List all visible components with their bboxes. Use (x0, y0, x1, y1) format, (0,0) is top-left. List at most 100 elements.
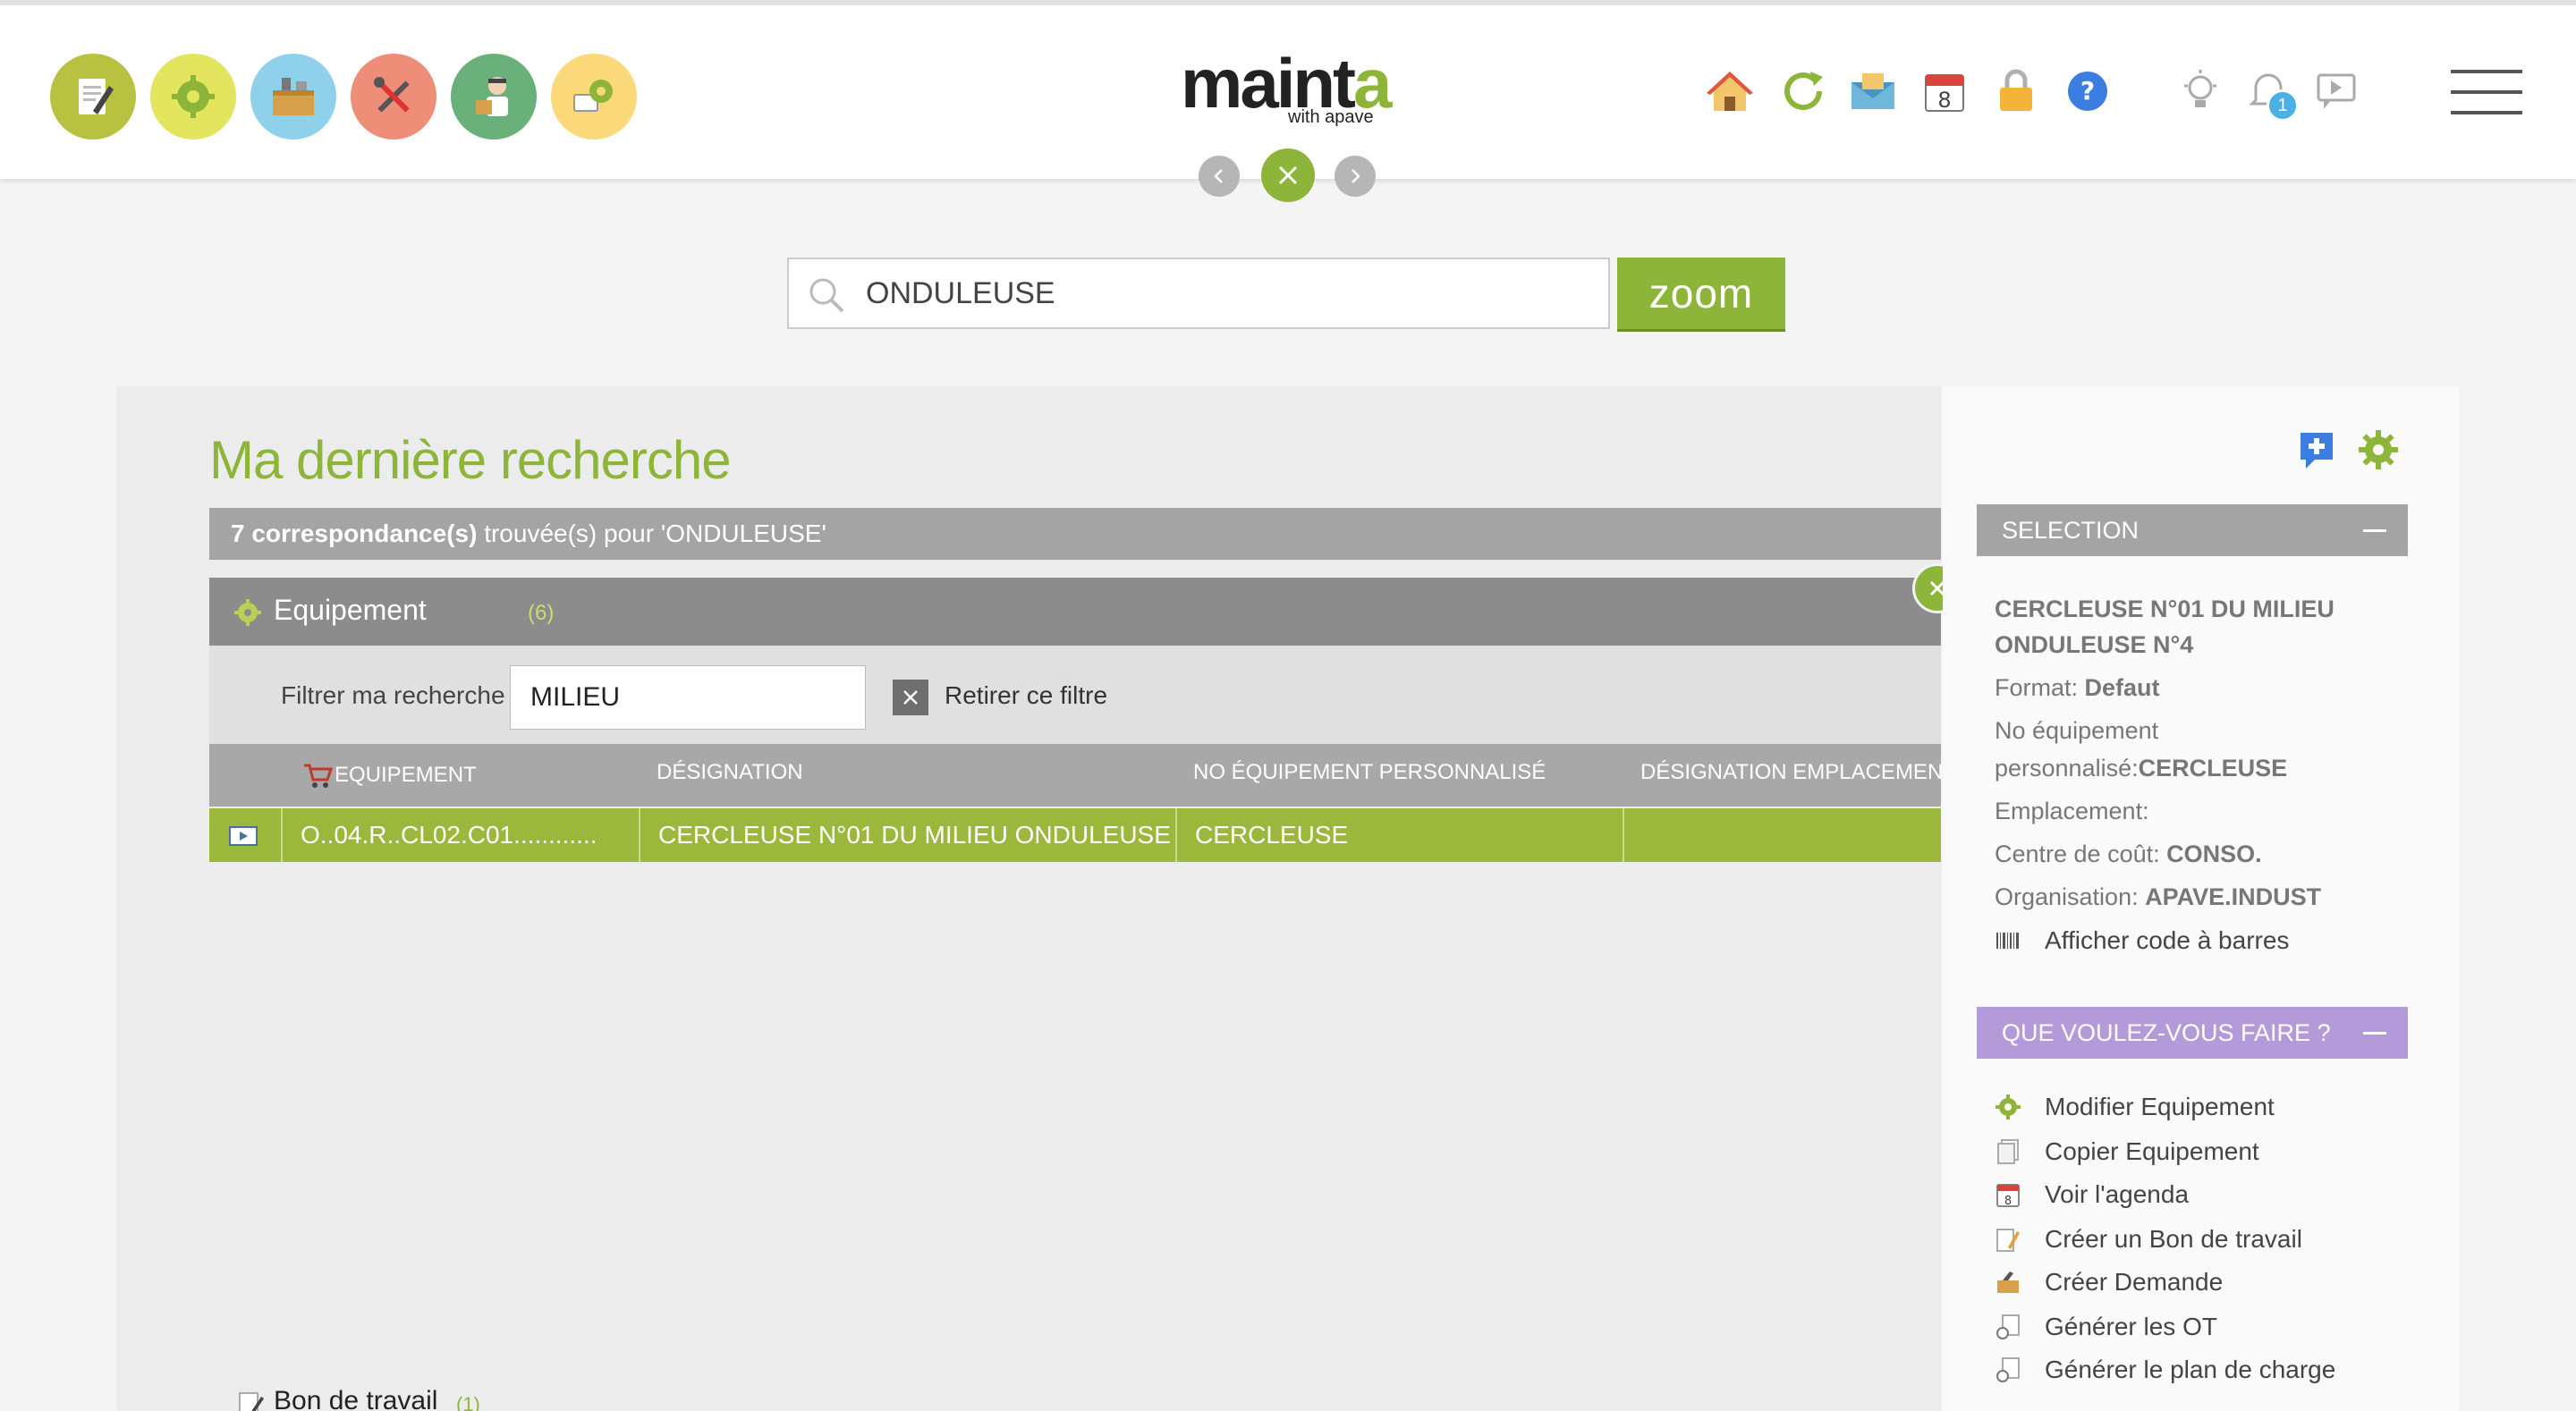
search-input[interactable] (866, 268, 1581, 318)
column-header-designation[interactable]: DÉSIGNATION (657, 744, 803, 807)
format-info: Format: Defaut (1995, 674, 2160, 702)
filter-input[interactable] (510, 665, 866, 730)
svg-text:8: 8 (2004, 1195, 2012, 1208)
action-label: Générer le plan de charge (2045, 1356, 2336, 1383)
work-orders-icon[interactable] (50, 54, 136, 139)
column-header-equipement[interactable]: EQUIPEMENT (302, 744, 477, 807)
action-modifier-equipement[interactable]: Modifier Equipement (1995, 1093, 2275, 1121)
calendar-icon: 8 (1995, 1181, 2021, 1208)
settings-icon[interactable] (551, 54, 637, 139)
format-label: Format: (1995, 674, 2079, 701)
gear-icon (1995, 1094, 2021, 1120)
equipment-icon[interactable] (150, 54, 236, 139)
section-header-equipement[interactable]: Equipement (6) (209, 578, 1941, 656)
close-search-button[interactable] (1261, 148, 1315, 202)
org-value: APAVE.INDUST (2145, 883, 2322, 910)
notification-badge[interactable]: 1 (2267, 89, 2299, 122)
video-message-icon[interactable] (2309, 64, 2363, 118)
collapse-icon[interactable] (2363, 529, 2386, 532)
prev-arrow-icon[interactable] (1199, 156, 1240, 197)
column-label: EQUIPEMENT (335, 763, 477, 787)
lock-icon[interactable] (1989, 64, 2043, 118)
column-header-no-perso[interactable]: NO ÉQUIPEMENT PERSONNALISÉ (1193, 744, 1546, 807)
menu-icon[interactable] (2451, 70, 2522, 114)
filter-label: Filtrer ma recherche (281, 681, 505, 709)
equipment-gear-icon (233, 597, 263, 632)
bell-icon[interactable]: 1 (2241, 64, 2299, 122)
lightbulb-icon[interactable] (2174, 64, 2227, 118)
action-label: Générer les OT (2045, 1313, 2217, 1340)
selection-name-line2: ONDULEUSE N°4 (1995, 631, 2194, 658)
table-header: EQUIPEMENT DÉSIGNATION NO ÉQUIPEMENT PER… (209, 744, 1941, 807)
copy-icon (1995, 1138, 2021, 1165)
cell-equipement[interactable]: O..04.R..CL02.C01............ (283, 808, 640, 862)
home-icon[interactable] (1703, 64, 1757, 118)
work-order-icon (1995, 1226, 2021, 1253)
stock-icon[interactable] (250, 54, 336, 139)
selection-header[interactable]: SELECTION (1977, 504, 2408, 556)
no-equip-value: CERCLEUSE (2138, 755, 2288, 782)
search-field[interactable] (787, 258, 1610, 329)
action-creer-bon-travail[interactable]: Créer un Bon de travail (1995, 1225, 2302, 1254)
barcode-icon (1995, 927, 2021, 954)
action-label: Copier Equipement (2045, 1137, 2259, 1165)
collapse-actions-icon[interactable] (2363, 1032, 2386, 1035)
section-title: Equipement (274, 594, 427, 626)
column-header-emplacement[interactable]: DÉSIGNATION EMPLACEMENT (1640, 744, 1941, 807)
action-voir-agenda[interactable]: 8 Voir l'agenda (1995, 1180, 2189, 1209)
section-count: (6) (528, 601, 555, 625)
generate-plan-icon (1995, 1356, 2021, 1383)
add-note-icon[interactable] (2297, 429, 2336, 475)
no-equip-info: personnalisé:CERCLEUSE (1995, 755, 2287, 782)
play-icon[interactable] (229, 826, 258, 846)
centre-value: CONSO. (2166, 841, 2262, 867)
generate-icon (1995, 1314, 2021, 1340)
actions-header[interactable]: QUE VOULEZ-VOUS FAIRE ? (1977, 1007, 2408, 1059)
selection-panel: SELECTION CERCLEUSE N°01 DU MILIEU ONDUL… (1943, 386, 2460, 1411)
maintenance-tools-icon[interactable] (351, 54, 436, 139)
clear-filter-icon[interactable] (893, 680, 928, 715)
next-section-title[interactable]: Bon de travail (274, 1386, 437, 1411)
mail-icon[interactable] (1846, 64, 1900, 118)
row-play-cell[interactable] (209, 808, 283, 862)
action-label: Créer un Bon de travail (2045, 1225, 2302, 1253)
page-title: Ma dernière recherche (209, 430, 732, 490)
centre-label: Centre de coût: (1995, 841, 2160, 867)
help-icon[interactable]: ? (2061, 64, 2114, 118)
results-count: 7 correspondance(s) (231, 520, 478, 547)
calendar-icon[interactable]: 8 (1918, 64, 1971, 118)
no-equip-label-1: No équipement (1995, 717, 2159, 744)
action-copier-equipement[interactable]: Copier Equipement (1995, 1137, 2259, 1166)
results-panel: Ma dernière recherche 7 correspondance(s… (116, 386, 1941, 1411)
svg-text:8: 8 (1937, 88, 1951, 113)
svg-text:?: ? (2080, 76, 2095, 106)
next-arrow-icon[interactable] (1335, 156, 1376, 197)
panel-settings-icon[interactable] (2358, 429, 2399, 475)
cell-emplacement[interactable] (1624, 808, 1941, 862)
action-label: Modifier Equipement (2045, 1093, 2275, 1120)
clear-filter-button[interactable]: Retirer ce filtre (945, 681, 1107, 710)
results-count-bar: 7 correspondance(s) trouvée(s) pour 'OND… (209, 508, 1941, 560)
search-icon (807, 275, 846, 319)
delivery-person-icon[interactable] (451, 54, 537, 139)
cell-designation[interactable]: CERCLEUSE N°01 DU MILIEU ONDULEUSE N°4 (640, 808, 1177, 862)
action-generer-ot[interactable]: Générer les OT (1995, 1313, 2217, 1341)
action-generer-plan-charge[interactable]: Générer le plan de charge (1995, 1356, 2335, 1384)
barcode-label: Afficher code à barres (2045, 926, 2290, 954)
emplacement-label: Emplacement: (1995, 798, 2149, 824)
request-basket-icon (1995, 1269, 2021, 1296)
mainta-logo[interactable]: mainta with apave (1181, 43, 1395, 132)
refresh-icon[interactable] (1776, 64, 1830, 118)
selection-name-line1: CERCLEUSE N°01 DU MILIEU (1995, 596, 2334, 622)
centre-info: Centre de coût: CONSO. (1995, 841, 2262, 868)
action-creer-demande[interactable]: Créer Demande (1995, 1268, 2223, 1297)
org-label: Organisation: (1995, 883, 2139, 910)
barcode-link[interactable]: Afficher code à barres (1995, 926, 2289, 955)
action-label: Créer Demande (2045, 1268, 2224, 1296)
table-row[interactable]: O..04.R..CL02.C01............ CERCLEUSE … (209, 808, 1941, 862)
cart-icon (304, 764, 333, 788)
cell-no-perso[interactable]: CERCLEUSE (1177, 808, 1624, 862)
no-equip-label-2: personnalisé: (1995, 755, 2139, 782)
zoom-search-button[interactable]: zoom (1617, 258, 1785, 329)
logo-subtitle: with apave (1288, 107, 1374, 127)
